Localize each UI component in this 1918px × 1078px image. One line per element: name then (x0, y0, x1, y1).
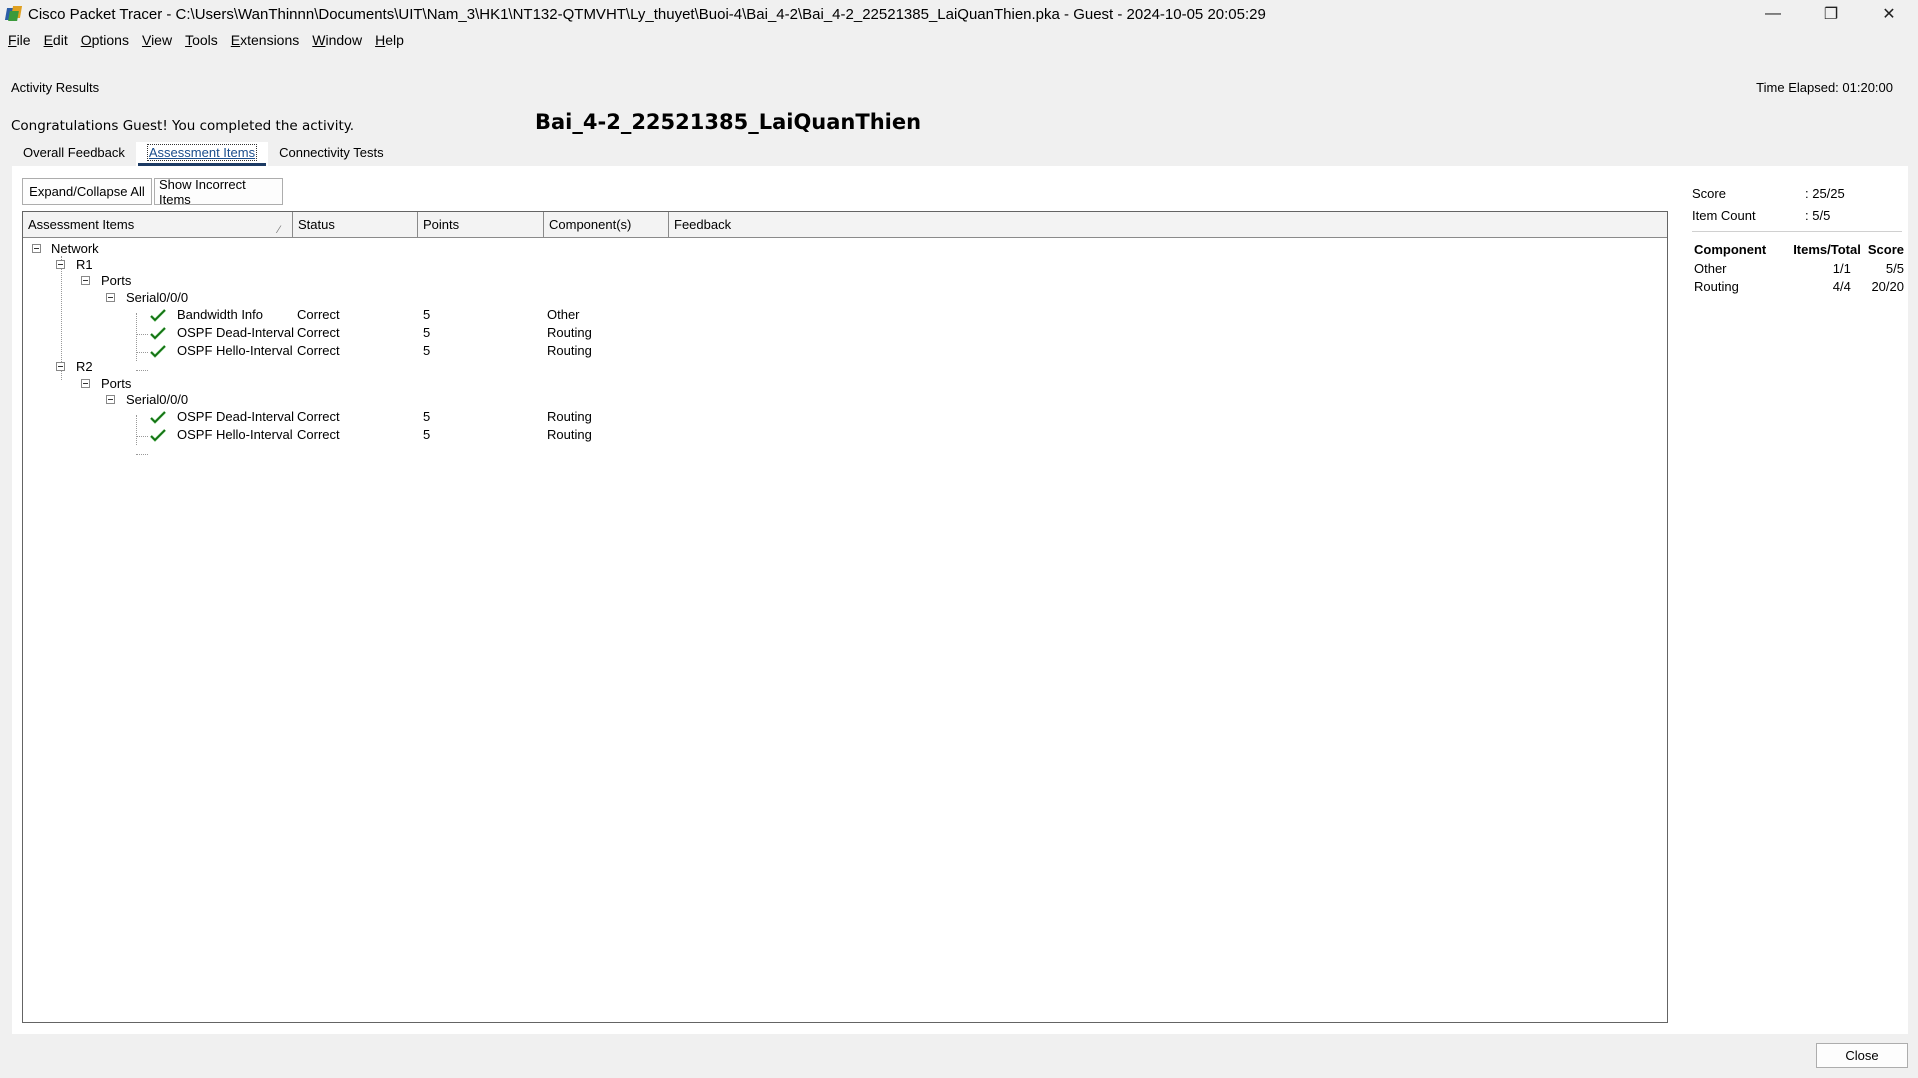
check-icon (150, 411, 166, 424)
tab-connectivity-tests[interactable]: Connectivity Tests (268, 142, 395, 166)
tree-collapse-icon[interactable] (106, 293, 115, 302)
check-icon (150, 345, 166, 358)
column-header-points[interactable]: Points (418, 212, 544, 238)
tree-collapse-icon[interactable] (106, 395, 115, 404)
tree-node-r2-serial[interactable]: Serial0/0/0 (23, 391, 1667, 409)
close-window-button[interactable]: ✕ (1860, 0, 1918, 28)
menu-help[interactable]: Help (370, 30, 412, 50)
tree-collapse-icon[interactable] (81, 379, 90, 388)
time-elapsed: Time Elapsed: 01:20:00 (1756, 80, 1893, 95)
close-button[interactable]: Close (1816, 1043, 1908, 1068)
check-icon (150, 327, 166, 340)
minimize-button[interactable]: — (1744, 0, 1802, 28)
table-row[interactable]: OSPF Hello-Interval Correct 5 Routing (23, 426, 1667, 444)
column-header-component: Component (1694, 242, 1767, 257)
tree-collapse-icon[interactable] (32, 244, 41, 253)
tree-node-r1-ports[interactable]: Ports (23, 272, 1667, 290)
column-header-score: Score (1867, 242, 1904, 257)
item-count-value: : 5/5 (1805, 208, 1831, 223)
tree-node-r2[interactable]: R2 (23, 358, 1667, 376)
table-row[interactable]: OSPF Dead-Interval Correct 5 Routing (23, 324, 1667, 342)
column-header-assessment-items[interactable]: Assessment Items ⁄ (23, 212, 293, 238)
tree-collapse-icon[interactable] (56, 362, 65, 371)
column-header-components[interactable]: Component(s) (544, 212, 669, 238)
component-score-table: Component Items/Total Score Other 1/1 5/… (1694, 240, 1904, 295)
menu-options[interactable]: Options (76, 30, 137, 50)
table-row[interactable]: Bandwidth Info Correct 5 Other (23, 306, 1667, 324)
tab-assessment-items[interactable]: Assessment Items (135, 142, 269, 166)
restore-button[interactable]: ❐ (1802, 0, 1860, 28)
menu-file[interactable]: File (3, 30, 39, 50)
activity-name: Bai_4-2_22521385_LaiQuanThien (535, 110, 922, 134)
menu-view[interactable]: View (137, 30, 180, 50)
assessment-tree[interactable]: Assessment Items ⁄ Status Points Compone… (22, 211, 1668, 1023)
completion-message: Congratulations Guest! You completed the… (11, 118, 355, 134)
menu-tools[interactable]: Tools (180, 30, 226, 50)
menu-window[interactable]: Window (307, 30, 370, 50)
table-row[interactable]: OSPF Dead-Interval Correct 5 Routing (23, 408, 1667, 426)
table-row: Routing 4/4 20/20 (1694, 278, 1904, 294)
tree-collapse-icon[interactable] (81, 276, 90, 285)
column-header-feedback[interactable]: Feedback (669, 212, 1667, 238)
menu-edit[interactable]: Edit (39, 30, 76, 50)
tab-overall-feedback[interactable]: Overall Feedback (12, 142, 136, 166)
title-bar: Cisco Packet Tracer - C:\Users\WanThinnn… (0, 0, 1918, 28)
window-title: Cisco Packet Tracer - C:\Users\WanThinnn… (28, 5, 1266, 23)
show-incorrect-items-button[interactable]: Show Incorrect Items (154, 177, 283, 207)
score-value: : 25/25 (1805, 186, 1845, 201)
check-icon (150, 429, 166, 442)
column-header-status[interactable]: Status (293, 212, 418, 238)
score-label: Score (1692, 186, 1726, 201)
packet-tracer-logo-icon (4, 6, 23, 22)
tree-collapse-icon[interactable] (56, 260, 65, 269)
tree-header: Assessment Items ⁄ Status Points Compone… (23, 212, 1667, 238)
menu-extensions[interactable]: Extensions (226, 30, 308, 50)
check-icon (150, 309, 166, 322)
column-header-items-total: Items/Total (1793, 242, 1861, 257)
divider (1692, 231, 1902, 232)
section-heading: Activity Results (11, 80, 100, 95)
item-count-label: Item Count (1692, 208, 1756, 223)
table-row: Other 1/1 5/5 (1694, 260, 1904, 276)
expand-collapse-all-button[interactable]: Expand/Collapse All (22, 178, 152, 205)
menu-bar: File Edit Options View Tools Extensions … (0, 28, 412, 52)
results-tabs: Overall Feedback Assessment Items Connec… (12, 142, 395, 166)
assessment-panel: Expand/Collapse All Show Incorrect Items… (12, 166, 1908, 1034)
tree-node-r1-serial[interactable]: Serial0/0/0 (23, 289, 1667, 307)
